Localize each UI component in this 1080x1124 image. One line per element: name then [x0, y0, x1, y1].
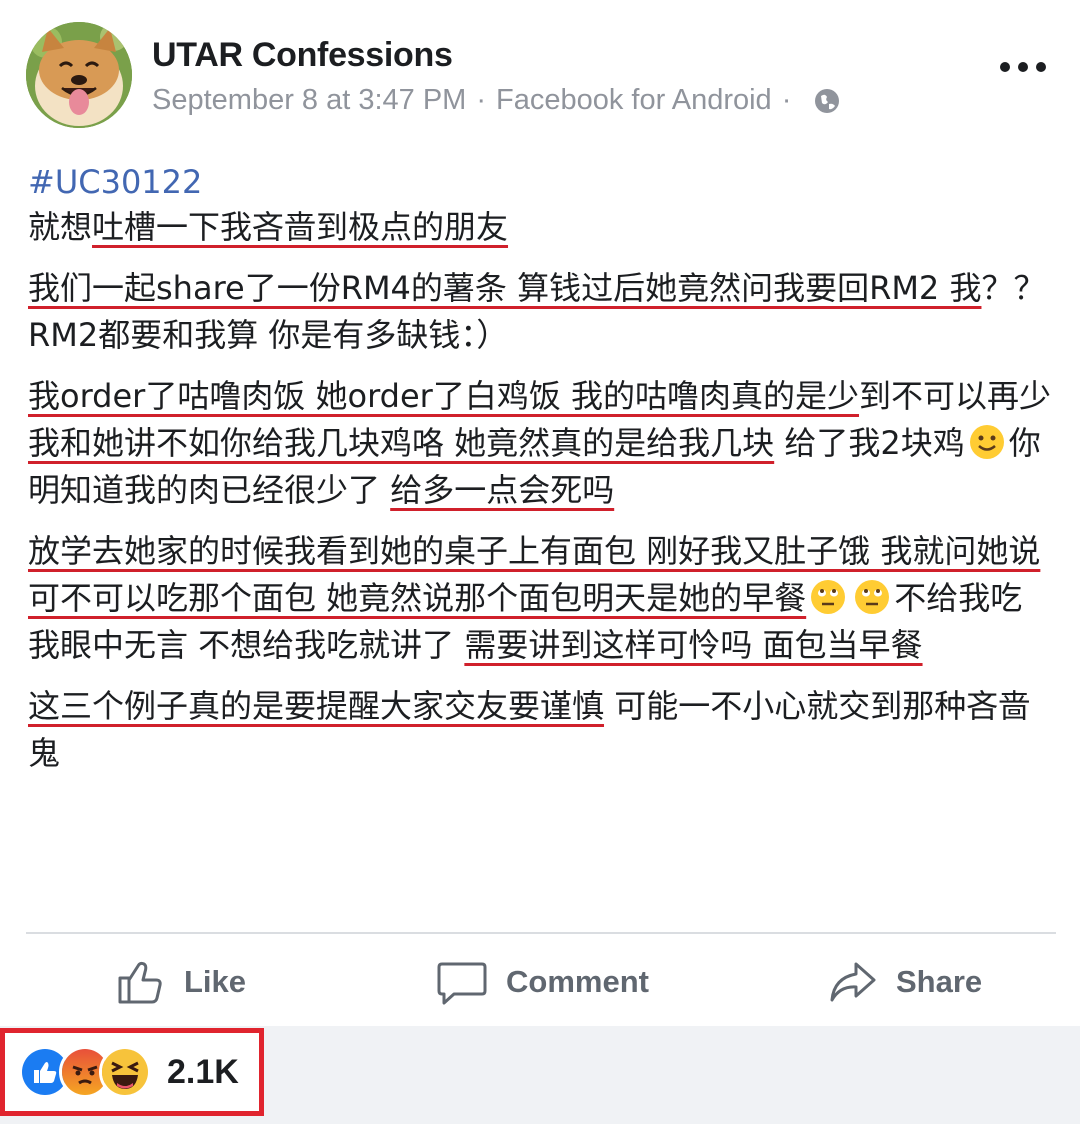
meta-separator: · — [781, 84, 792, 116]
smile-emoji-icon — [968, 423, 1006, 461]
like-label: Like — [184, 964, 247, 999]
reactions-summary[interactable]: 2.1K — [0, 1028, 264, 1116]
post-paragraph: 我order了咕噜肉饭 她order了白鸡饭 我的咕噜肉真的是少到不可以再少 我… — [28, 373, 1058, 514]
globe-icon — [813, 87, 841, 115]
text-run: 给了我2块鸡 — [774, 424, 965, 462]
more-options-icon[interactable] — [1000, 62, 1046, 72]
underlined-text: 我们一起share了一份RM4的薯条 算钱过后她竟然问我要回RM2 我 — [28, 269, 982, 307]
post-meta: September 8 at 3:47 PM · Facebook for An… — [152, 84, 841, 117]
post-body: #UC30122 就想吐槽一下我吝啬到极点的朋友 我们一起share了一份RM4… — [28, 160, 1058, 791]
reaction-count: 2.1K — [167, 1052, 239, 1091]
haha-reaction-icon — [99, 1046, 151, 1098]
eye-roll-emoji-icon — [809, 578, 847, 616]
underlined-text: 给多一点会死吗 — [390, 471, 615, 509]
post-paragraph: 就想吐槽一下我吝啬到极点的朋友 — [28, 204, 1058, 251]
underlined-text: 我和她讲不如你给我几块鸡咯 她竟然真的是给我几块 — [28, 424, 775, 462]
meta-separator: · — [476, 84, 487, 116]
post-paragraph: 这三个例子真的是要提醒大家交友要谨慎 可能一不小心就交到那种吝啬鬼 — [28, 683, 1058, 777]
post-timestamp[interactable]: September 8 at 3:47 PM — [152, 84, 466, 117]
post-paragraph: 我们一起share了一份RM4的薯条 算钱过后她竟然问我要回RM2 我？？ RM… — [28, 265, 1058, 359]
share-button[interactable]: Share — [826, 956, 982, 1008]
share-label: Share — [896, 964, 983, 999]
thumbs-up-icon — [118, 961, 162, 1004]
divider — [26, 932, 1056, 934]
post-source: Facebook for Android — [496, 84, 772, 116]
comment-label: Comment — [506, 964, 649, 999]
share-arrow-icon — [830, 962, 876, 1002]
post-paragraph: 放学去她家的时候我看到她的桌子上有面包 刚好我又肚子饿 我就问她说可不可以吃那个… — [28, 528, 1058, 669]
page-avatar[interactable] — [26, 22, 132, 128]
text-run: 就想 — [28, 208, 93, 246]
text-run: 到不可以再少 — [859, 377, 1052, 415]
underlined-text: 这三个例子真的是要提醒大家交友要谨慎 — [28, 687, 605, 725]
comment-button[interactable]: Comment — [436, 956, 649, 1008]
like-button[interactable]: Like — [114, 956, 246, 1008]
text-run: RM2都要和我算 你是有多缺钱：） — [28, 316, 509, 354]
comment-bubble-icon — [437, 962, 487, 1005]
eye-roll-emoji-icon — [853, 578, 891, 616]
text-run: ？？ — [981, 269, 1046, 307]
underlined-text: 吐槽一下我吝啬到极点的朋友 — [92, 208, 509, 246]
hashtag-link[interactable]: #UC30122 — [28, 160, 1058, 204]
underlined-text: 我order了咕噜肉饭 她order了白鸡饭 我的咕噜肉真的是少 — [28, 377, 860, 415]
underlined-text: 需要讲到这样可怜吗 面包当早餐 — [464, 626, 923, 664]
action-bar: Like Comment Share — [0, 940, 1080, 1020]
page-name[interactable]: UTAR Confessions — [152, 36, 453, 75]
